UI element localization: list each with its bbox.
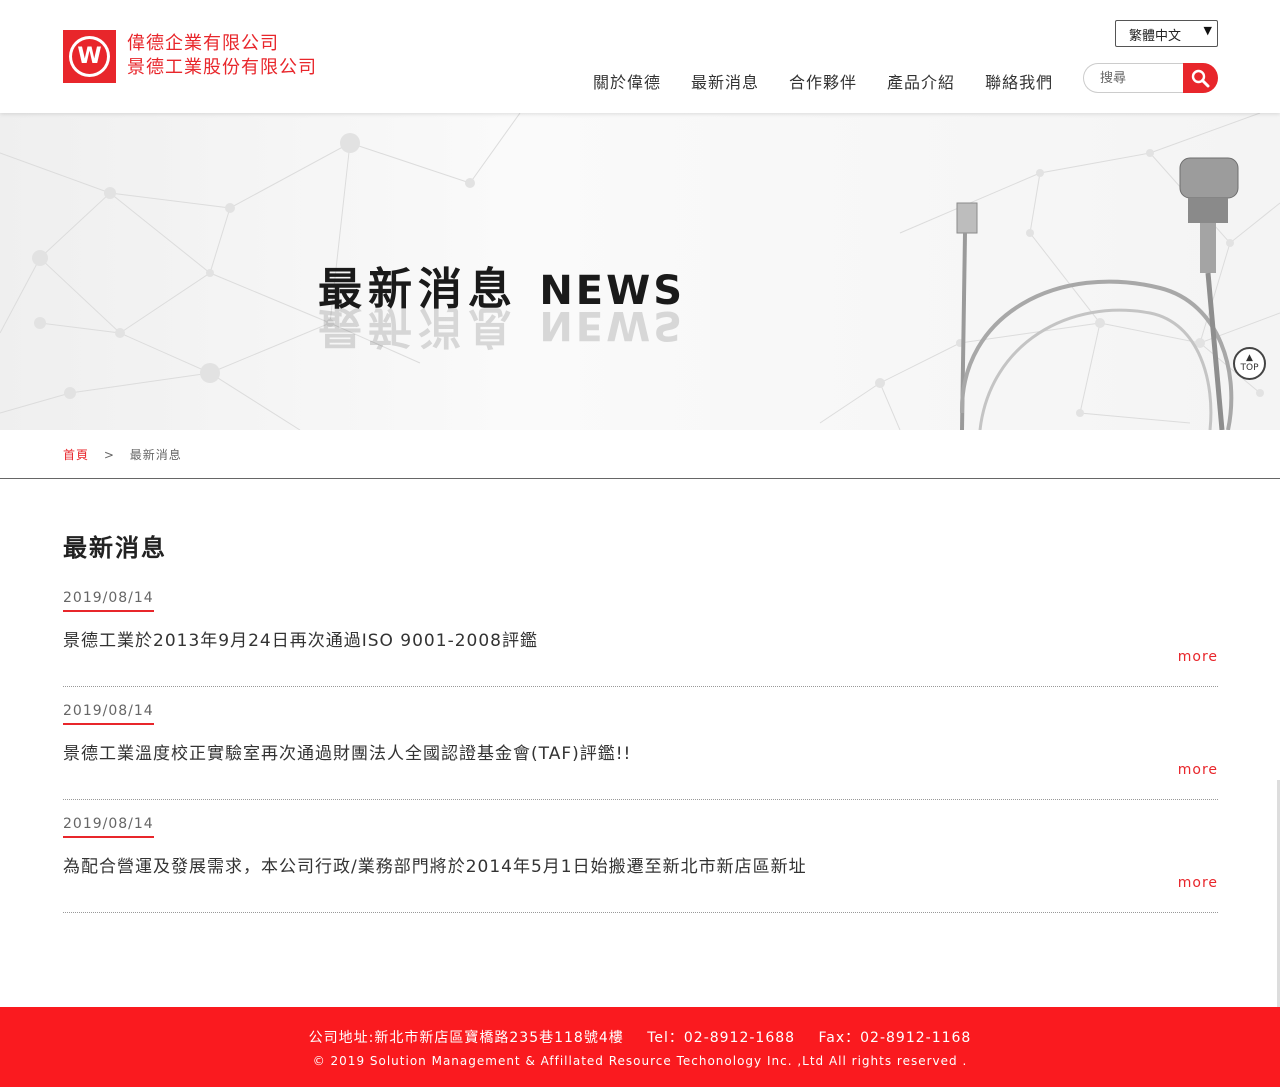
footer-copyright: © 2019 Solution Management & Affillated … [312,1054,968,1068]
page-title: 最新消息 [63,534,167,562]
news-title[interactable]: 景德工業於2013年9月24日再次通過ISO 9001-2008評鑑 [63,626,538,651]
news-more-link[interactable]: more [1178,762,1218,778]
page-banner: 最新消息 NEWS 最新消息 NEWS [0,113,1280,430]
nav-item-contact[interactable]: 聯絡我們 [985,69,1053,93]
language-select[interactable]: 繁體中文 ▼ [1115,20,1218,47]
company-logo[interactable]: W [63,30,116,83]
news-item[interactable]: 2019/08/14 景德工業溫度校正實驗室再次通過財團法人全國認證基金會(TA… [63,703,1218,800]
footer-address: 公司地址:新北市新店區寶橋路235巷118號4樓 [308,1030,624,1046]
search-input[interactable] [1083,63,1186,93]
breadcrumb-divider [0,478,1280,479]
news-title[interactable]: 為配合營運及發展需求，本公司行政/業務部門將於2014年5月1日始搬遷至新北市新… [63,852,807,877]
footer-fax: Fax：02-8912-1168 [818,1030,972,1046]
nav-item-about[interactable]: 關於偉德 [593,69,661,93]
site-footer: 公司地址:新北市新店區寶橋路235巷118號4樓 Tel：02-8912-168… [0,1007,1280,1087]
breadcrumb-home-link[interactable]: 首頁 [63,448,89,462]
search-button[interactable] [1183,63,1218,93]
search-box [1083,63,1218,93]
nav-item-news[interactable]: 最新消息 [691,69,759,93]
news-date: 2019/08/14 [63,703,154,725]
news-date: 2019/08/14 [63,590,154,612]
dropdown-arrow-icon: ▼ [1203,24,1212,37]
nav-item-partners[interactable]: 合作夥伴 [789,69,857,93]
search-icon [1191,69,1210,88]
banner-title-reflection: 最新消息 NEWS [318,299,685,363]
breadcrumb: 首頁 > 最新消息 [63,446,182,463]
logo-w-icon: W [77,44,102,69]
nav-item-products[interactable]: 產品介紹 [887,69,955,93]
breadcrumb-separator: > [103,448,115,462]
company-name-line2: 景德工業股份有限公司 [127,57,317,78]
news-more-link[interactable]: more [1178,649,1218,665]
news-item[interactable]: 2019/08/14 為配合營運及發展需求，本公司行政/業務部門將於2014年5… [63,816,1218,913]
news-title[interactable]: 景德工業溫度校正實驗室再次通過財團法人全國認證基金會(TAF)評鑑!! [63,739,631,764]
news-more-link[interactable]: more [1178,875,1218,891]
logo-ring: W [69,36,110,77]
company-name[interactable]: 偉德企業有限公司 景德工業股份有限公司 [127,32,317,80]
news-date: 2019/08/14 [63,816,154,838]
breadcrumb-current: 最新消息 [129,448,182,462]
logo-ring-inner: W [72,39,107,74]
back-to-top-label: TOP [1240,363,1259,373]
language-select-value: 繁體中文 [1129,29,1182,44]
footer-contact: 公司地址:新北市新店區寶橋路235巷118號4樓 Tel：02-8912-168… [0,1027,1280,1047]
main-nav: 關於偉德 最新消息 合作夥伴 產品介紹 聯絡我們 [593,69,1083,93]
company-name-line1: 偉德企業有限公司 [127,33,279,54]
news-item[interactable]: 2019/08/14 景德工業於2013年9月24日再次通過ISO 9001-2… [63,590,1218,687]
site-header: W 偉德企業有限公司 景德工業股份有限公司 繁體中文 ▼ 關於偉德 最新消息 合… [0,0,1280,113]
footer-tel: Tel：02-8912-1688 [647,1030,796,1046]
banner-reflection-zh: 最新消息 [318,301,518,352]
banner-reflection-en: NEWS [539,302,686,348]
product-illustration [956,157,1239,430]
arrow-up-icon: ▲ [1246,353,1253,363]
back-to-top-button[interactable]: ▲ TOP [1233,347,1266,380]
